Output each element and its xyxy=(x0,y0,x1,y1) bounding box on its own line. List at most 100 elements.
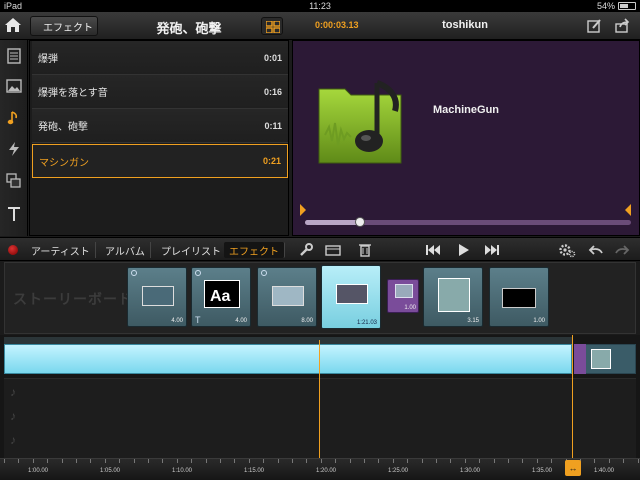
video-track-clip[interactable] xyxy=(4,344,572,375)
ruler-tick xyxy=(90,459,91,463)
link-badge-icon xyxy=(131,270,137,276)
share-icon[interactable] xyxy=(614,18,630,34)
list-item[interactable]: 爆弾を落とす音 0:16 xyxy=(32,75,288,109)
tab-artist[interactable]: アーティスト xyxy=(26,242,96,258)
ruler-tick xyxy=(378,459,379,463)
list-item[interactable]: 爆弾 0:01 xyxy=(32,41,288,75)
preview-clip-name: MachineGun xyxy=(433,104,500,116)
ruler-label: 1:05.00 xyxy=(100,468,121,474)
storyboard-clip-title[interactable]: Aa T 4.00 xyxy=(191,267,251,327)
clip-thumbnail xyxy=(272,286,304,306)
list-item[interactable]: 発砲、砲撃 0:11 xyxy=(32,109,288,143)
play-icon[interactable] xyxy=(455,242,471,258)
media-type-sidebar xyxy=(0,40,28,236)
ruler-tick xyxy=(407,459,408,463)
undo-icon[interactable] xyxy=(588,242,604,258)
transition-block[interactable]: 1.00 xyxy=(387,279,419,313)
photo-icon[interactable] xyxy=(6,78,22,94)
ruler-tick xyxy=(508,459,509,463)
ruler-tick xyxy=(465,459,466,463)
skip-back-icon[interactable] xyxy=(425,242,441,258)
ruler-tick xyxy=(638,459,639,463)
ruler-label: 1:35.00 xyxy=(532,468,553,474)
ruler-label: 1:20.00 xyxy=(316,468,337,474)
storyboard-clip[interactable]: 4.00 xyxy=(127,267,187,327)
clips-icon[interactable] xyxy=(6,173,22,189)
ruler-tick xyxy=(450,459,451,463)
title-thumbnail: Aa xyxy=(204,280,240,308)
ruler-tick xyxy=(206,459,207,463)
storyboard-clip[interactable]: 1.00 xyxy=(489,267,549,327)
video-track-header xyxy=(4,337,572,344)
ruler-tick xyxy=(594,459,595,463)
storyboard-clip[interactable]: 3.15 xyxy=(423,267,483,327)
effect-duration: 0:01 xyxy=(263,52,282,63)
effect-duration: 0:21 xyxy=(262,156,281,166)
effect-name: マシンガン xyxy=(39,157,89,169)
storyboard-watermark: ストーリーボード xyxy=(13,291,133,307)
effect-name: 爆弾を落とす音 xyxy=(38,88,108,99)
time-ruler[interactable]: 1:00.00 1:05.00 1:10.00 1:15.00 1:20.00 … xyxy=(0,458,640,480)
ruler-tick xyxy=(393,459,394,463)
link-badge-icon xyxy=(195,270,201,276)
ruler-tick xyxy=(47,459,48,463)
edit-icon[interactable] xyxy=(586,18,602,34)
title-text-icon[interactable] xyxy=(6,206,22,222)
grid-view-button[interactable] xyxy=(261,17,283,35)
ruler-label: 1:10.00 xyxy=(172,468,193,474)
ruler-label: 1:00.00 xyxy=(28,468,49,474)
home-icon[interactable] xyxy=(4,16,24,36)
scrubber-knob[interactable] xyxy=(355,217,366,227)
ruler-tick xyxy=(76,459,77,463)
ruler-tick xyxy=(18,459,19,463)
skip-forward-icon[interactable] xyxy=(484,242,500,258)
effects-list: 爆弾 0:01 爆弾を落とす音 0:16 発砲、砲撃 0:11 マシンガン 0:… xyxy=(29,40,289,236)
status-bar: iPad 11:23 54% xyxy=(0,0,640,12)
music-icon[interactable] xyxy=(6,110,22,126)
record-icon[interactable] xyxy=(8,245,18,255)
battery-indicator: 54% xyxy=(597,1,636,11)
project-end-line xyxy=(572,335,573,463)
redo-icon[interactable] xyxy=(614,242,630,258)
settings-gear-icon[interactable] xyxy=(558,242,576,258)
audio-track-icon: ♪ xyxy=(10,409,16,423)
transition-icon[interactable] xyxy=(6,141,22,157)
wrench-icon[interactable] xyxy=(298,242,314,258)
audio-tracks: ♪ ♪ ♪ xyxy=(4,378,636,458)
title-clip-icon: T xyxy=(195,315,201,325)
clip-thumbnail xyxy=(502,288,536,308)
trash-icon[interactable] xyxy=(357,242,373,258)
back-button[interactable]: エフェクト xyxy=(30,16,98,36)
storyboard-icon[interactable] xyxy=(325,242,341,258)
ruler-tick xyxy=(479,459,480,463)
ruler-tick xyxy=(321,459,322,463)
clip-duration: 3.15 xyxy=(467,318,479,324)
tab-playlist[interactable]: プレイリスト xyxy=(156,242,227,258)
ruler-tick xyxy=(494,459,495,463)
battery-icon xyxy=(618,2,636,10)
storyboard-clip[interactable]: 8.00 xyxy=(257,267,317,327)
ruler-label: 1:25.00 xyxy=(388,468,409,474)
audio-track-icon: ♪ xyxy=(10,433,16,447)
preview-scrubber[interactable] xyxy=(305,217,631,227)
ruler-tick xyxy=(551,459,552,463)
storyboard-clip-selected[interactable]: 1:21.03 xyxy=(321,265,381,329)
preview-viewer: MachineGun xyxy=(292,40,640,236)
clip-duration: 4.00 xyxy=(235,318,247,324)
tab-effects[interactable]: エフェクト xyxy=(224,242,285,258)
timecode: 0:00:03.13 xyxy=(315,20,359,30)
list-item-selected[interactable]: マシンガン 0:21 xyxy=(32,144,288,178)
ruler-tick xyxy=(350,459,351,463)
ruler-tick xyxy=(522,459,523,463)
scrubber-fill xyxy=(305,220,361,225)
effect-name: 爆弾 xyxy=(38,54,58,65)
playhead[interactable] xyxy=(319,340,320,458)
tab-album[interactable]: アルバム xyxy=(100,242,151,258)
ruler-tick xyxy=(191,459,192,463)
ruler-tick xyxy=(177,459,178,463)
grid-icon xyxy=(266,21,280,33)
clip-thumbnail xyxy=(591,349,611,369)
end-handle-icon[interactable]: ↔ xyxy=(565,460,581,476)
ruler-tick xyxy=(623,459,624,463)
video-icon[interactable] xyxy=(6,48,22,64)
